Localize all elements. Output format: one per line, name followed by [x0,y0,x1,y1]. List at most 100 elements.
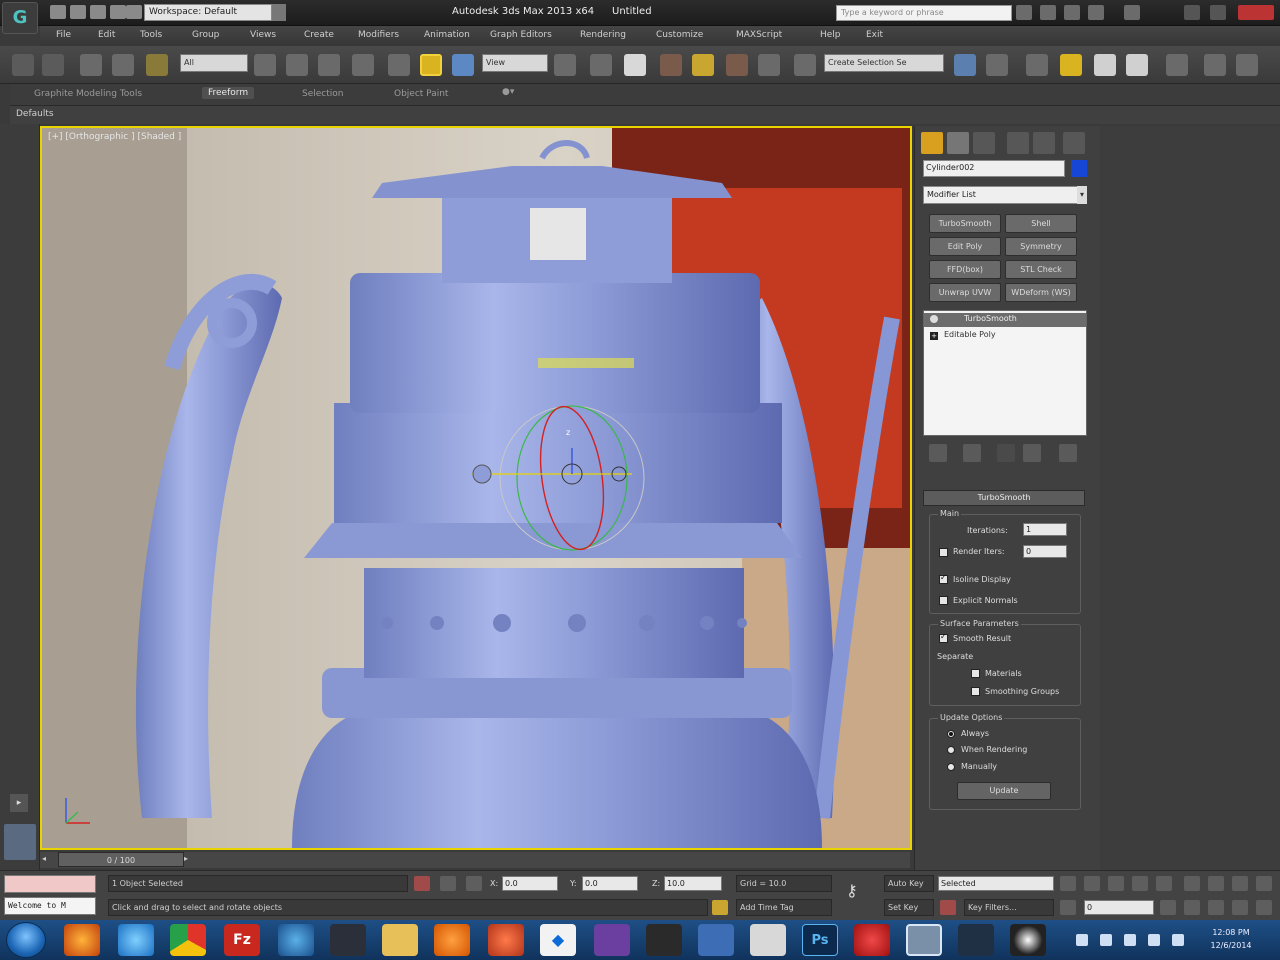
tray-network-icon[interactable] [1124,934,1136,946]
binoculars-icon[interactable] [1016,5,1032,20]
next-frame-button-icon[interactable] [1132,876,1148,891]
menu-customize[interactable]: Customize [656,30,703,40]
modifier-stack[interactable]: TurboSmooth Editable Poly + [923,310,1087,436]
sync-app-icon[interactable] [278,924,314,956]
monitor-app-icon[interactable] [698,924,734,956]
next-frame-icon[interactable]: ▸ [184,854,194,866]
modifier-symmetry-button[interactable]: Symmetry [1005,237,1077,256]
chrome-icon[interactable] [170,924,206,956]
object-color-swatch[interactable] [1071,160,1087,177]
menu-exit[interactable]: Exit [866,30,883,40]
iterations-spinner[interactable]: 1 [1023,523,1067,536]
menu-rendering[interactable]: Rendering [580,30,626,40]
tab-graphite-modeling[interactable]: Graphite Modeling Tools [34,89,142,99]
graphite-tools-icon[interactable] [1060,54,1082,76]
remove-modifier-icon[interactable] [1023,444,1041,462]
red-app-icon[interactable] [854,924,890,956]
go-to-start-icon[interactable] [1060,876,1076,891]
pan-view-icon[interactable] [1208,900,1224,915]
modifier-ffd-box-button[interactable]: FFD(box) [929,260,1001,279]
stack-item-turbosmooth[interactable]: TurboSmooth [924,313,1086,327]
tab-object-paint[interactable]: Object Paint [394,89,448,99]
link-icon[interactable] [80,54,102,76]
undo-quick-icon[interactable] [110,5,126,19]
default-tangents-icon[interactable] [940,900,956,915]
zoom-icon[interactable] [1184,876,1200,891]
tab-freeform[interactable]: Freeform [202,87,255,99]
close-icon[interactable] [1238,5,1274,20]
menu-animation[interactable]: Animation [424,30,470,40]
zoom-extents-all-icon[interactable] [1256,876,1272,891]
paint-app-icon[interactable] [488,924,524,956]
tray-display-icon[interactable] [1148,934,1160,946]
key-filters-button[interactable]: Key Filters... [964,899,1054,916]
selection-lock-icon[interactable] [440,876,456,891]
open-file-icon[interactable] [70,5,86,19]
add-time-tag-icon[interactable] [712,900,728,915]
material-editor-icon[interactable] [1166,54,1188,76]
schematic-view-icon[interactable] [1126,54,1148,76]
utilities-tab-icon[interactable] [1063,132,1085,154]
rendered-frame-icon[interactable] [1236,54,1258,76]
zoom-all-icon[interactable] [1208,876,1224,891]
x-coordinate-field[interactable]: 0.0 [502,876,558,891]
add-time-tag[interactable]: Add Time Tag [736,899,832,916]
firefox-icon[interactable] [64,924,100,956]
zbrush-icon[interactable] [750,924,786,956]
subscription-icon[interactable] [1040,5,1056,20]
maxscript-mini-icon[interactable] [4,824,36,860]
menu-group[interactable]: Group [192,30,219,40]
isoline-display-checkbox[interactable] [939,573,948,584]
auto-key-button[interactable]: Auto Key [884,875,934,892]
window-crossing-icon[interactable] [352,54,374,76]
steam-icon[interactable] [330,924,366,956]
menu-help[interactable]: Help [820,30,841,40]
viewport-label[interactable]: [+] [Orthographic ] [Shaded ] [48,132,181,142]
configure-sets-icon[interactable] [1059,444,1077,462]
materials-checkbox[interactable] [971,669,980,678]
ribbon-options-icon[interactable]: ●▾ [502,87,514,97]
modifier-edit-poly-button[interactable]: Edit Poly [929,237,1001,256]
character-app-icon[interactable] [646,924,682,956]
undo-icon[interactable] [12,54,34,76]
align-icon[interactable] [986,54,1008,76]
time-config-icon[interactable] [1160,900,1176,915]
media-encoder-icon[interactable] [958,924,994,956]
internet-explorer-icon[interactable] [118,924,154,956]
smooth-result-checkbox[interactable] [939,632,948,643]
time-slider[interactable]: ◂ 0 / 100 ▸ [40,852,910,868]
menu-maxscript[interactable]: MAXScript [736,30,782,40]
communication-icon[interactable] [1064,5,1080,20]
start-button-icon[interactable] [6,922,46,958]
modifier-unwrap-uvw-button[interactable]: Unwrap UVW [929,283,1001,302]
menu-views[interactable]: Views [250,30,276,40]
move-icon[interactable] [388,54,410,76]
turbosmooth-rollout-header[interactable]: TurboSmooth [923,490,1085,506]
favorites-icon[interactable] [1088,5,1104,20]
chevron-down-icon[interactable]: ▾ [1077,186,1087,204]
time-slider-thumb[interactable]: 0 / 100 [58,852,184,867]
modify-tab-icon[interactable] [947,132,969,154]
workspace-dropdown[interactable]: Workspace: Default [144,4,272,21]
go-to-end-icon[interactable] [1156,876,1172,891]
taskbar-clock[interactable]: 12:08 PM 12/6/2014 [1196,926,1266,952]
orbit-icon[interactable] [1232,900,1248,915]
maximize-icon[interactable] [1210,5,1226,20]
selection-filter-dropdown[interactable]: All [180,54,248,72]
previous-frame-icon[interactable] [1084,876,1100,891]
spinner-snap-icon[interactable] [758,54,780,76]
modifier-stl-check-button[interactable]: STL Check [1005,260,1077,279]
tray-chevron-icon[interactable] [1076,934,1088,946]
maxscript-listener[interactable]: Welcome to M [4,897,96,915]
menu-create[interactable]: Create [304,30,334,40]
purple-app-icon[interactable] [594,924,630,956]
stack-item-editable-poly[interactable]: Editable Poly [924,329,1086,343]
menu-edit[interactable]: Edit [98,30,115,40]
media-player-icon[interactable] [434,924,470,956]
maximize-viewport-icon[interactable] [1256,900,1272,915]
angle-snap-icon[interactable] [692,54,714,76]
filezilla-icon[interactable]: Fz [224,924,260,956]
current-frame-field[interactable]: 0 [1084,900,1154,915]
select-object-icon[interactable] [254,54,276,76]
update-button[interactable]: Update [957,782,1051,800]
